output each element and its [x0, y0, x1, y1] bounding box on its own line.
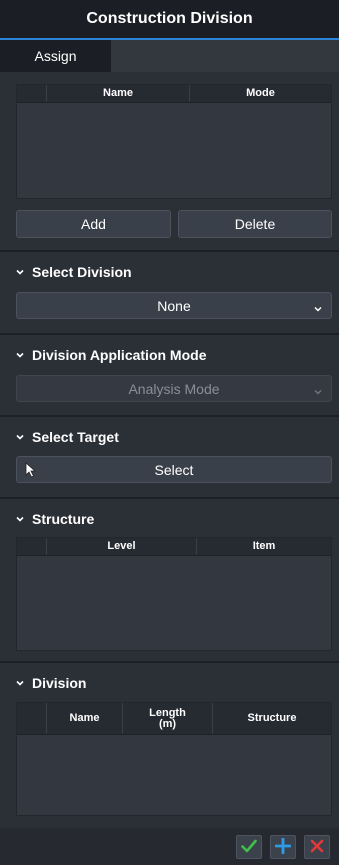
apply-button[interactable] [236, 835, 262, 859]
division-col-length[interactable]: Length (m) [123, 703, 213, 734]
close-icon [310, 839, 324, 856]
application-mode-value: Analysis Mode [128, 380, 220, 397]
chevron-down-icon [14, 513, 26, 525]
division-select[interactable]: None [16, 292, 332, 319]
select-target-header[interactable]: Select Target [14, 429, 119, 445]
division-col-index [17, 703, 47, 734]
select-target-button[interactable]: Select [16, 456, 332, 483]
structure-header[interactable]: Structure [14, 511, 94, 527]
close-button[interactable] [304, 835, 330, 859]
division-panel: Division Name Length (m) Structure [0, 663, 339, 828]
delete-button[interactable]: Delete [178, 210, 332, 238]
select-division-panel: Select Division None [0, 252, 339, 335]
tab-assign[interactable]: Assign [0, 38, 111, 72]
division-select-value: None [157, 297, 191, 314]
check-icon [241, 839, 257, 856]
structure-col-level[interactable]: Level [47, 538, 197, 555]
chevron-down-icon [14, 349, 26, 361]
chevron-down-icon [313, 301, 323, 312]
select-division-header[interactable]: Select Division [14, 264, 132, 280]
select-division-title: Select Division [32, 264, 132, 280]
chevron-down-icon [14, 266, 26, 278]
structure-col-index [17, 538, 47, 555]
assign-col-name[interactable]: Name [47, 85, 190, 102]
select-target-panel: Select Target Select [0, 417, 339, 499]
division-table[interactable]: Name Length (m) Structure [16, 702, 332, 816]
assign-col-mode[interactable]: Mode [190, 85, 331, 102]
division-header[interactable]: Division [14, 675, 86, 691]
tab-assign-label: Assign [34, 48, 77, 64]
add-button[interactable]: Add [16, 210, 171, 238]
footer-toolbar [0, 828, 339, 865]
select-target-label: Select [154, 461, 194, 478]
structure-table[interactable]: Level Item [16, 537, 332, 651]
structure-table-header: Level Item [17, 538, 331, 556]
division-title: Division [32, 675, 87, 691]
assign-table-header: Name Mode [17, 85, 331, 103]
division-col-name[interactable]: Name [47, 703, 123, 734]
division-col-structure[interactable]: Structure [213, 703, 331, 734]
application-mode-header[interactable]: Division Application Mode [14, 347, 207, 363]
add-button-label: Add [81, 216, 106, 232]
assign-table[interactable]: Name Mode [16, 84, 332, 199]
chevron-down-icon [14, 677, 26, 689]
application-mode-title: Division Application Mode [32, 347, 207, 363]
structure-panel: Structure Level Item [0, 499, 339, 663]
structure-title: Structure [32, 511, 95, 527]
select-target-title: Select Target [32, 429, 119, 445]
chevron-down-icon [313, 384, 323, 395]
assign-panel: Name Mode Add Delete [0, 72, 339, 252]
plus-icon [274, 837, 292, 857]
chevron-down-icon [14, 431, 26, 443]
delete-button-label: Delete [234, 216, 276, 232]
application-mode-panel: Division Application Mode Analysis Mode [0, 335, 339, 417]
add-division-button[interactable] [270, 835, 296, 859]
structure-col-item[interactable]: Item [197, 538, 331, 555]
application-mode-select: Analysis Mode [16, 375, 332, 402]
division-table-header: Name Length (m) Structure [17, 703, 331, 735]
tab-bar: Assign [0, 38, 339, 72]
assign-col-index [17, 85, 47, 102]
window-title: Construction Division [0, 0, 339, 38]
cursor-arrow-icon [25, 462, 37, 481]
window-title-text: Construction Division [86, 10, 253, 27]
